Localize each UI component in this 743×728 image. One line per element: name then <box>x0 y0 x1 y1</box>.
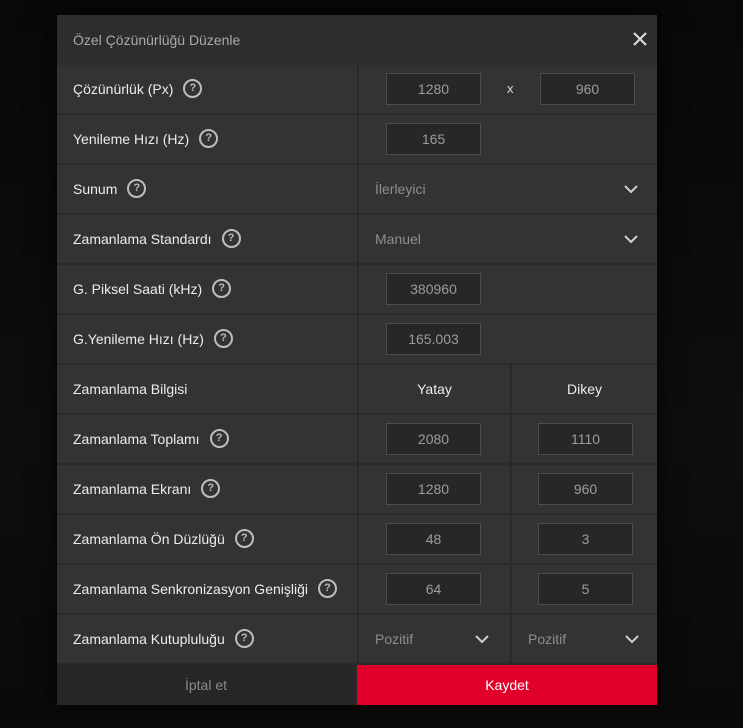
help-icon[interactable]: ? <box>199 129 219 148</box>
cancel-button[interactable]: İptal et <box>57 665 355 705</box>
help-icon[interactable]: ? <box>201 479 221 498</box>
row-timing-standard: Zamanlama Standardı? Manuel <box>57 215 657 263</box>
help-icon[interactable]: ? <box>127 179 147 198</box>
polarity-v-dropdown[interactable]: Pozitif <box>512 615 657 663</box>
sync-width-label: Zamanlama Senkronizasyon Genişliği <box>73 581 308 598</box>
close-icon <box>633 32 647 46</box>
row-timing-polarity: Zamanlama Kutupluluğu? Pozitif Pozitif <box>57 615 657 663</box>
chevron-down-icon <box>624 185 638 194</box>
timing-total-v-input[interactable]: 1110 <box>538 423 633 455</box>
resolution-height-input[interactable]: 960 <box>540 73 635 105</box>
polarity-label: Zamanlama Kutupluluğu <box>73 631 225 648</box>
chevron-down-icon <box>625 635 639 644</box>
vertical-header: Dikey <box>566 381 602 397</box>
row-resolution: Çözünürlük (Px)? 1280 x 960 <box>57 65 657 113</box>
timing-total-label: Zamanlama Toplamı <box>73 431 200 448</box>
dialog-footer: İptal et Kaydet <box>57 665 657 705</box>
dialog-title-bar: Özel Çözünürlüğü Düzenle <box>57 15 657 65</box>
timing-front-porch-label: Zamanlama Ön Düzlüğü <box>73 531 225 548</box>
front-porch-v-input[interactable]: 3 <box>538 523 633 555</box>
resolution-label: Çözünürlük (Px) <box>73 81 174 98</box>
pixel-clock-input[interactable]: 380960 <box>386 273 481 305</box>
chevron-down-icon <box>624 235 638 244</box>
row-timing-sync-width: Zamanlama Senkronizasyon Genişliği? 64 5 <box>57 565 657 613</box>
polarity-v-value: Pozitif <box>528 631 567 647</box>
presentation-value: İlerleyici <box>375 181 426 197</box>
actual-refresh-input[interactable]: 165.003 <box>386 323 481 355</box>
row-refresh-rate: Yenileme Hızı (Hz)? 165 <box>57 115 657 163</box>
refresh-rate-label: Yenileme Hızı (Hz) <box>73 131 190 148</box>
help-icon[interactable]: ? <box>213 329 233 348</box>
help-icon[interactable]: ? <box>318 579 337 598</box>
custom-resolution-dialog: Özel Çözünürlüğü Düzenle Çözünürlük (Px)… <box>57 15 657 705</box>
pixel-clock-label: G. Piksel Saati (kHz) <box>73 281 203 298</box>
row-timing-front-porch: Zamanlama Ön Düzlüğü? 48 3 <box>57 515 657 563</box>
row-actual-refresh: G.Yenileme Hızı (Hz)? 165.003 <box>57 315 657 363</box>
sync-width-h-input[interactable]: 64 <box>386 573 481 605</box>
timing-display-h-input[interactable]: 1280 <box>386 473 481 505</box>
horizontal-header: Yatay <box>417 381 452 397</box>
presentation-dropdown[interactable]: İlerleyici <box>359 165 657 213</box>
sync-width-v-input[interactable]: 5 <box>538 573 633 605</box>
help-icon[interactable]: ? <box>234 529 254 548</box>
chevron-down-icon <box>475 635 489 644</box>
help-icon[interactable]: ? <box>234 629 254 648</box>
row-pixel-clock: G. Piksel Saati (kHz)? 380960 <box>57 265 657 313</box>
help-icon[interactable]: ? <box>183 79 203 98</box>
dialog-title: Özel Çözünürlüğü Düzenle <box>73 32 241 48</box>
help-icon[interactable]: ? <box>221 229 241 248</box>
resolution-separator: x <box>507 81 514 96</box>
presentation-label: Sunum <box>73 181 118 198</box>
timing-info-label: Zamanlama Bilgisi <box>73 381 188 397</box>
timing-standard-label: Zamanlama Standardı <box>73 231 212 248</box>
close-button[interactable] <box>629 28 651 50</box>
resolution-width-input[interactable]: 1280 <box>386 73 481 105</box>
row-timing-info: Zamanlama Bilgisi Yatay Dikey <box>57 365 657 413</box>
help-icon[interactable]: ? <box>209 429 229 448</box>
row-presentation: Sunum? İlerleyici <box>57 165 657 213</box>
row-timing-display: Zamanlama Ekranı? 1280 960 <box>57 465 657 513</box>
polarity-h-value: Pozitif <box>375 631 414 647</box>
timing-standard-value: Manuel <box>375 231 421 247</box>
front-porch-h-input[interactable]: 48 <box>386 523 481 555</box>
timing-total-h-input[interactable]: 2080 <box>386 423 481 455</box>
save-button[interactable]: Kaydet <box>357 665 657 705</box>
help-icon[interactable]: ? <box>212 279 232 298</box>
refresh-rate-input[interactable]: 165 <box>386 123 481 155</box>
timing-display-label: Zamanlama Ekranı <box>73 481 192 498</box>
timing-display-v-input[interactable]: 960 <box>538 473 633 505</box>
actual-refresh-label: G.Yenileme Hızı (Hz) <box>73 331 204 348</box>
polarity-h-dropdown[interactable]: Pozitif <box>359 615 510 663</box>
timing-standard-dropdown[interactable]: Manuel <box>359 215 657 263</box>
row-timing-total: Zamanlama Toplamı? 2080 1110 <box>57 415 657 463</box>
